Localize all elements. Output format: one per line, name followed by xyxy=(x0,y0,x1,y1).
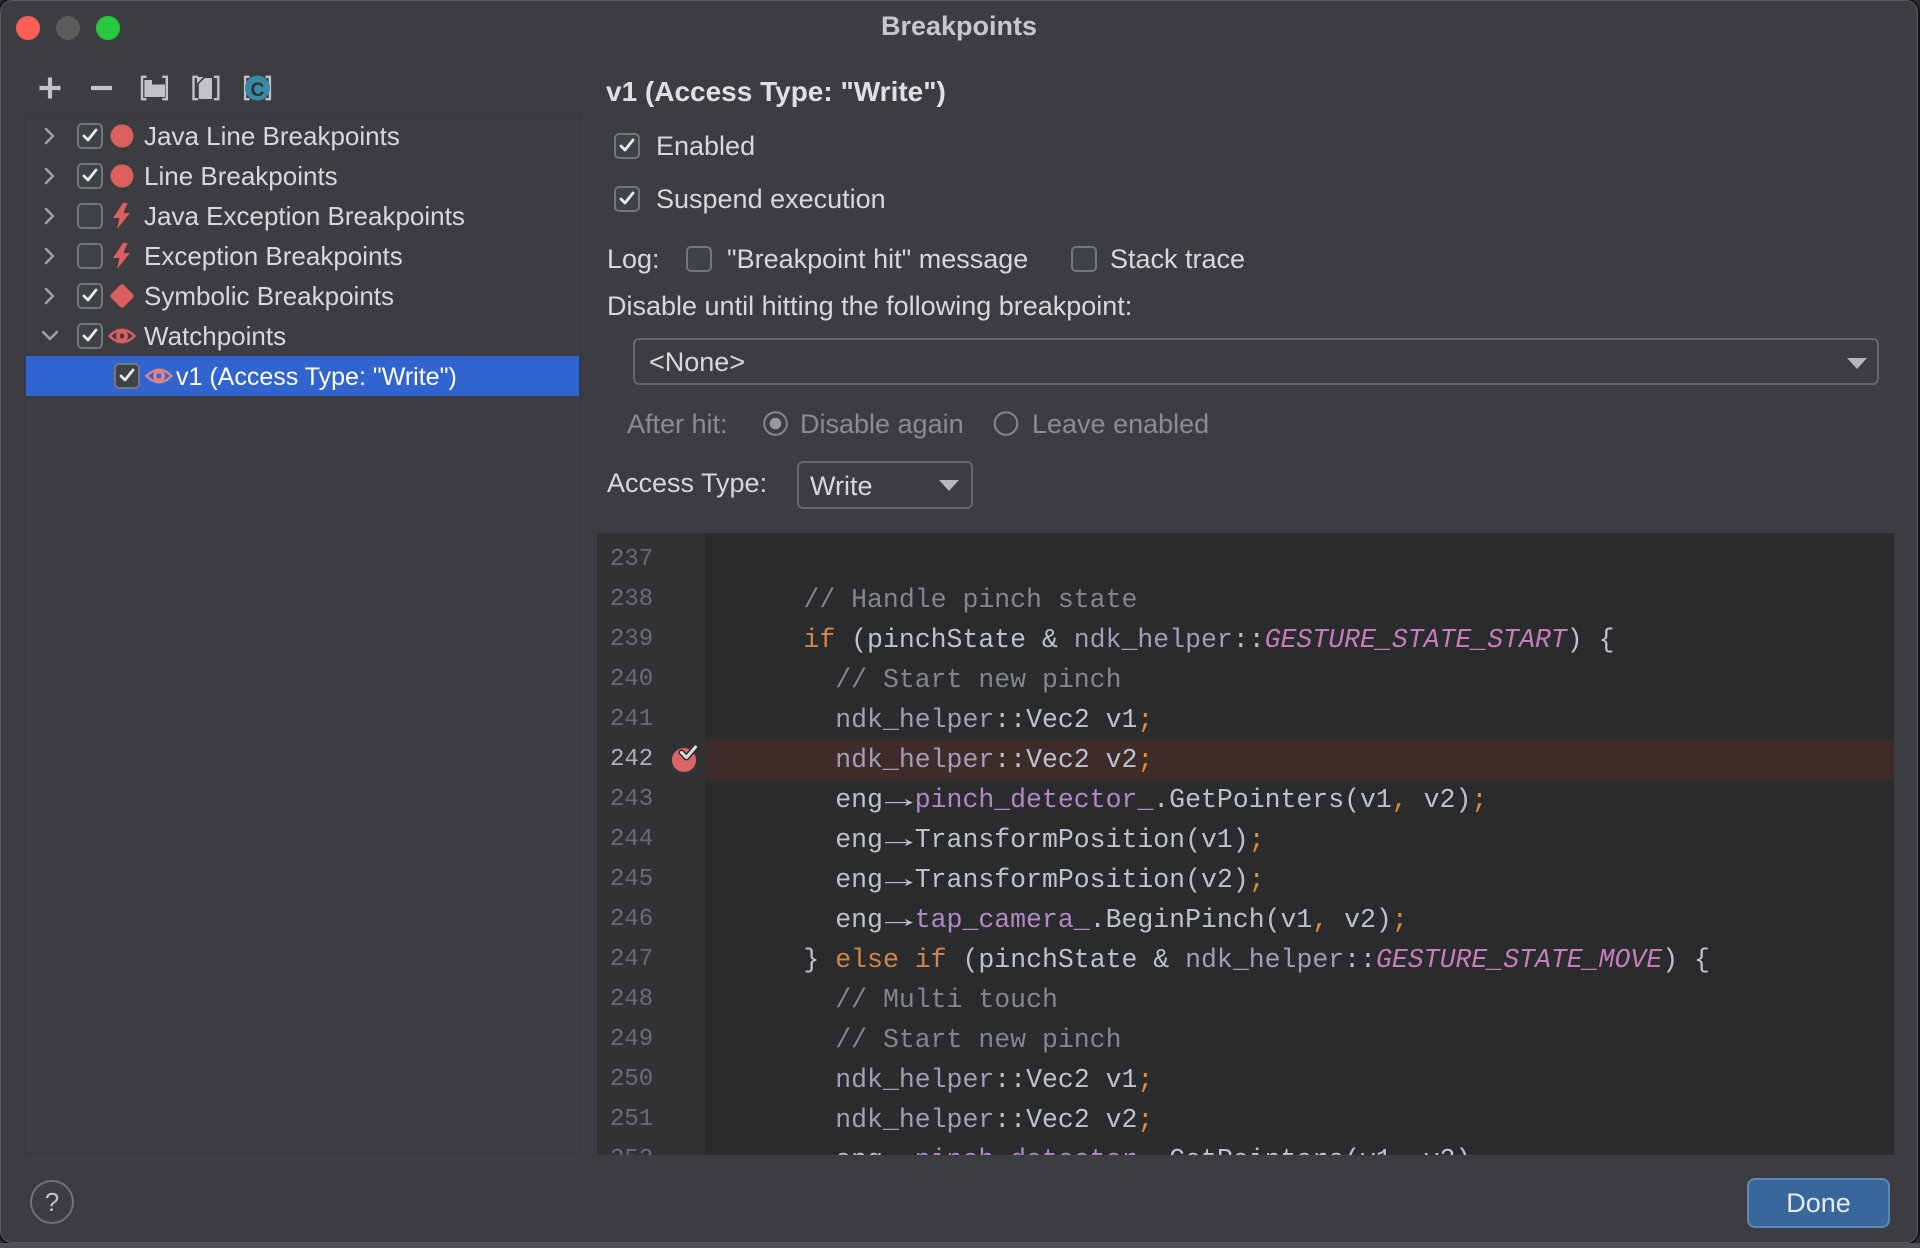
svg-text:C: C xyxy=(251,80,265,101)
